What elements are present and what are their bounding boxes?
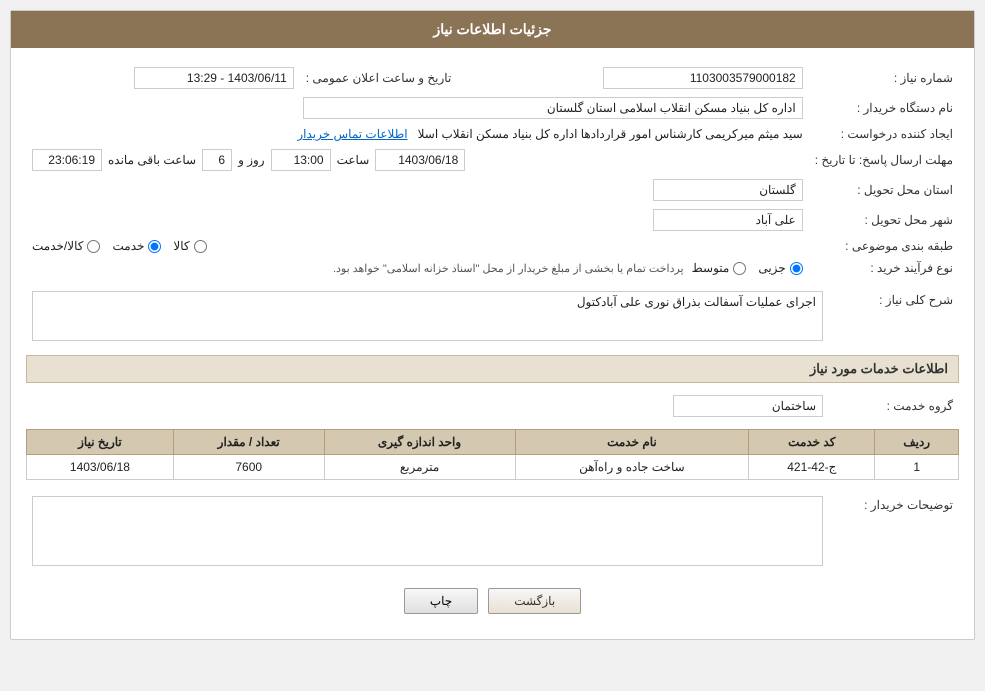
category-service-radio[interactable] — [148, 240, 161, 253]
deadline-remaining: 23:06:19 — [32, 149, 102, 171]
col-code: کد خدمت — [749, 430, 875, 455]
category-kala-service-label: کالا/خدمت — [32, 239, 83, 253]
category-kala-service-radio[interactable] — [87, 240, 100, 253]
cell-quantity: 7600 — [173, 455, 324, 480]
cell-unit: مترمربع — [324, 455, 515, 480]
col-qty: تعداد / مقدار — [173, 430, 324, 455]
col-name: نام خدمت — [515, 430, 749, 455]
purchase-type-partial[interactable]: جزیی — [758, 261, 802, 275]
tender-number-label: شماره نیاز : — [809, 63, 959, 93]
page-title: جزئیات اطلاعات نیاز — [11, 11, 974, 48]
category-label: طبقه بندی موضوعی : — [809, 235, 959, 257]
back-button[interactable]: بازگشت — [488, 588, 581, 614]
contact-info-link[interactable]: اطلاعات تماس خریدار — [297, 127, 407, 141]
service-group-value: ساختمان — [673, 395, 823, 417]
table-row: 1ج-42-421ساخت جاده و راه‌آهنمترمربع76001… — [27, 455, 959, 480]
service-group-label: گروه خدمت : — [829, 391, 959, 421]
services-table: ردیف کد خدمت نام خدمت واحد اندازه گیری ت… — [26, 429, 959, 480]
cell-date: 1403/06/18 — [27, 455, 174, 480]
category-service[interactable]: خدمت — [112, 239, 161, 253]
category-kala-radio[interactable] — [194, 240, 207, 253]
purchase-type-medium-radio[interactable] — [733, 262, 746, 275]
purchase-type-partial-radio[interactable] — [790, 262, 803, 275]
publish-datetime-label: تاریخ و ساعت اعلان عمومی : — [300, 63, 472, 93]
tender-number-value: 1103003579000182 — [603, 67, 803, 89]
city-label: شهر محل تحویل : — [809, 205, 959, 235]
col-row: ردیف — [875, 430, 959, 455]
deadline-date: 1403/06/18 — [375, 149, 465, 171]
category-kala[interactable]: کالا — [173, 239, 206, 253]
buyer-org-label: نام دستگاه خریدار : — [809, 93, 959, 123]
deadline-days: 6 — [202, 149, 232, 171]
category-kala-label: کالا — [173, 239, 189, 253]
publish-datetime-value: 1403/06/11 - 13:29 — [134, 67, 294, 89]
category-service-label: خدمت — [112, 239, 144, 253]
deadline-time: 13:00 — [271, 149, 331, 171]
deadline-time-label: ساعت — [337, 153, 370, 167]
description-label: شرح کلی نیاز : — [829, 287, 959, 345]
purchase-type-label: نوع فرآیند خرید : — [809, 257, 959, 279]
province-value: گلستان — [653, 179, 803, 201]
buyer-notes-label: توضیحات خریدار : — [829, 492, 959, 573]
province-label: استان محل تحویل : — [809, 175, 959, 205]
requester-label: ایجاد کننده درخواست : — [809, 123, 959, 145]
cell-row: 1 — [875, 455, 959, 480]
print-button[interactable]: چاپ — [404, 588, 478, 614]
cell-code: ج-42-421 — [749, 455, 875, 480]
purchase-type-medium-label: متوسط — [692, 261, 730, 275]
deadline-label: مهلت ارسال پاسخ: تا تاریخ : — [809, 145, 959, 175]
requester-value: سید میثم میرکریمی کارشناس امور قراردادها… — [418, 127, 803, 141]
purchase-type-medium[interactable]: متوسط — [692, 261, 747, 275]
buyer-org-value: اداره کل بنیاد مسکن انقلاب اسلامی استان … — [303, 97, 803, 119]
description-value: اجرای عملیات آسفالت بذراق نوری علی آبادک… — [32, 291, 823, 341]
deadline-remaining-label: ساعت باقی مانده — [108, 153, 196, 167]
buyer-notes-textarea[interactable] — [32, 496, 823, 566]
col-date: تاریخ نیاز — [27, 430, 174, 455]
col-unit: واحد اندازه گیری — [324, 430, 515, 455]
cell-name: ساخت جاده و راه‌آهن — [515, 455, 749, 480]
purchase-type-description: پرداخت تمام یا بخشی از مبلغ خریدار از مح… — [333, 262, 684, 275]
category-kala-service[interactable]: کالا/خدمت — [32, 239, 100, 253]
purchase-type-partial-label: جزیی — [758, 261, 785, 275]
deadline-days-label: روز و — [238, 153, 265, 167]
city-value: علی آباد — [653, 209, 803, 231]
services-section-title: اطلاعات خدمات مورد نیاز — [26, 355, 959, 383]
